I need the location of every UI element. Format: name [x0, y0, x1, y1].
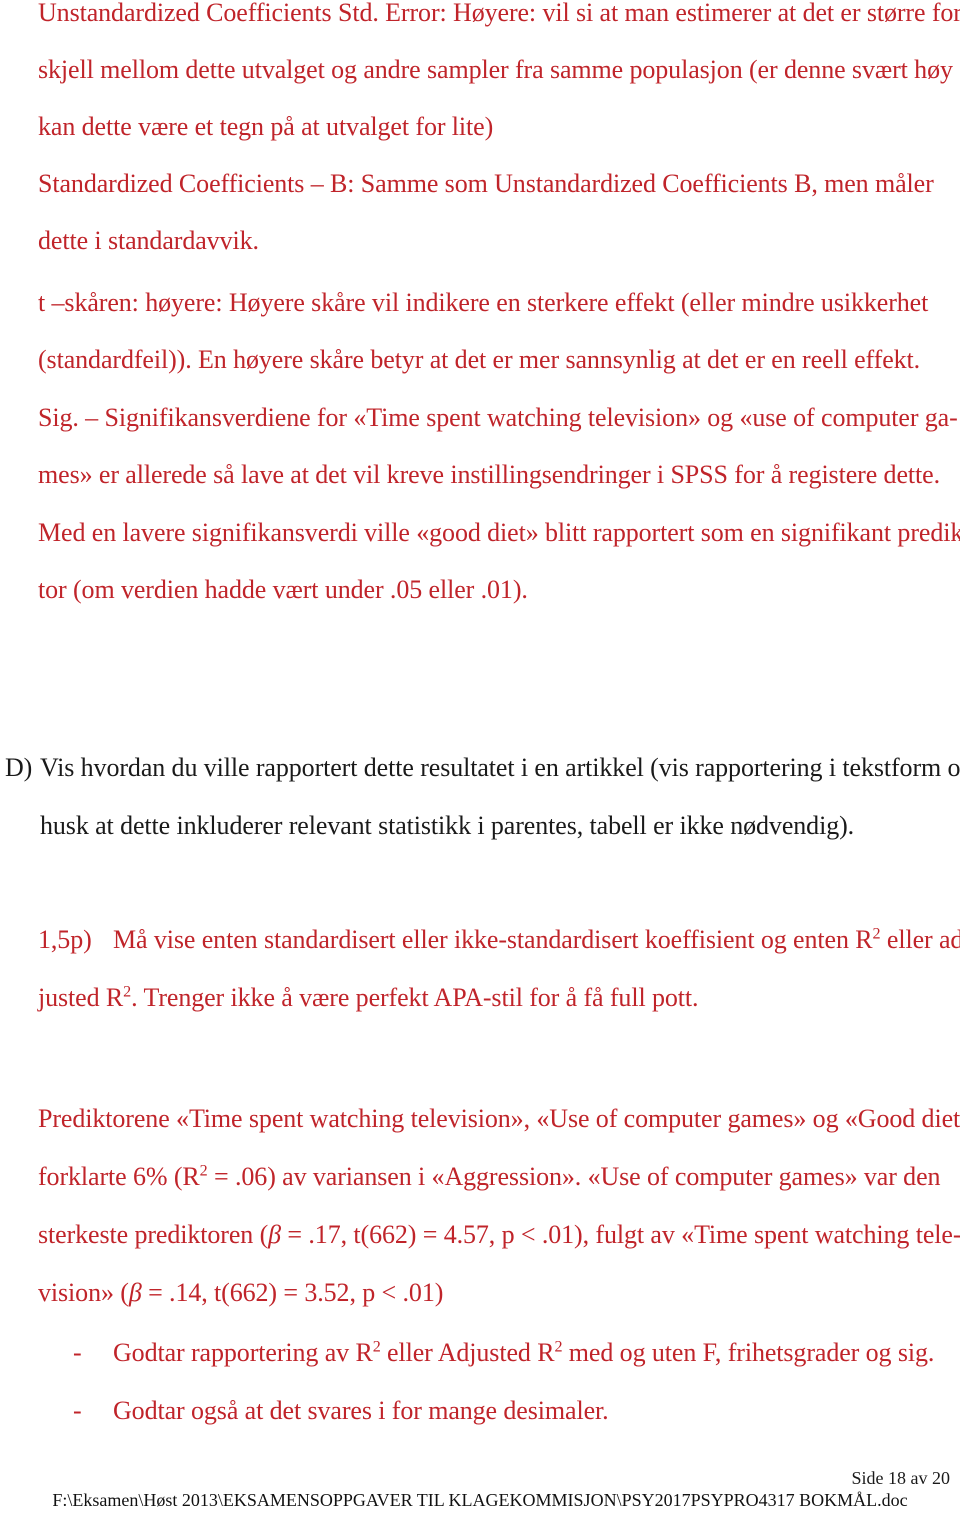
- example-report-line-1: Prediktorene «Time spent watching televi…: [38, 1104, 960, 1133]
- example-report-line-3: sterkeste prediktoren (β = .17, t(662) =…: [38, 1220, 960, 1250]
- points-note-line-1-text: Må vise enten standardisert eller ikke-s…: [113, 925, 873, 954]
- r-squared-superscript-report: 2: [199, 1162, 208, 1180]
- body-line-8: Sig. – Signifikansverdiene for «Time spe…: [38, 403, 958, 432]
- points-note-line-2-tail: . Trenger ikke å være perfekt APA-stil f…: [131, 983, 699, 1012]
- example-report-line-3-tail: = .17, t(662) = 4.57, p < .01), fulgt av…: [281, 1220, 960, 1249]
- adjusted-r-squared-superscript: 2: [123, 983, 132, 1001]
- body-line-10: Med en lavere signifikansverdi ville «go…: [38, 518, 960, 547]
- list-item-1-mid: eller Adjusted R: [380, 1338, 555, 1367]
- points-marker: 1,5p): [38, 925, 92, 954]
- list-item-1-tail: med og uten F, frihetsgrader og sig.: [562, 1338, 935, 1367]
- r-squared-superscript-note-1: 2: [372, 1338, 381, 1356]
- points-note-line-2: justed R2. Trenger ikke å være perfekt A…: [38, 983, 699, 1013]
- document-page: Unstandardized Coefficients Std. Error: …: [0, 0, 960, 1515]
- body-line-11: tor (om verdien hadde vært under .05 ell…: [38, 575, 528, 604]
- footer-page-number: Side 18 av 20: [851, 1468, 951, 1488]
- body-line-4: Standardized Coefficients – B: Samme som…: [38, 169, 934, 198]
- question-d-line-1: Vis hvordan du ville rapportert dette re…: [40, 753, 960, 782]
- list-item-dash-2: -: [73, 1396, 82, 1425]
- body-line-9: mes» er allerede så lave at det vil krev…: [38, 460, 940, 489]
- body-line-2: skjell mellom dette utvalget og andre sa…: [38, 55, 953, 84]
- beta-symbol-2: β: [128, 1278, 142, 1307]
- body-line-1: Unstandardized Coefficients Std. Error: …: [38, 0, 960, 27]
- list-item-2: Godtar også at det svares i for mange de…: [113, 1396, 609, 1425]
- question-d-line-2: husk at dette inkluderer relevant statis…: [40, 811, 855, 840]
- example-report-line-4-head: vision» (: [38, 1278, 129, 1307]
- points-note-line-2-head: justed R: [38, 983, 124, 1012]
- example-report-line-4: vision» (β = .14, t(662) = 3.52, p < .01…: [38, 1278, 443, 1308]
- question-d-marker: D): [5, 753, 33, 782]
- body-line-3: kan dette være et tegn på at utvalget fo…: [38, 112, 494, 141]
- list-item-1: Godtar rapportering av R2 eller Adjusted…: [113, 1338, 934, 1368]
- body-line-5: dette i standardavvik.: [38, 226, 259, 255]
- example-report-line-2-tail: = .06) av variansen i «Aggression». «Use…: [207, 1162, 941, 1191]
- example-report-line-4-tail: = .14, t(662) = 3.52, p < .01): [141, 1278, 444, 1307]
- example-report-line-2: forklarte 6% (R2 = .06) av variansen i «…: [38, 1162, 941, 1192]
- list-item-1-head: Godtar rapportering av R: [113, 1338, 373, 1367]
- beta-symbol-1: β: [268, 1220, 282, 1249]
- example-report-line-2-head: forklarte 6% (R: [38, 1162, 200, 1191]
- body-line-6: t –skåren: høyere: Høyere skåre vil indi…: [38, 288, 929, 317]
- example-report-line-3-head: sterkeste prediktoren (: [38, 1220, 269, 1249]
- body-line-7: (standardfeil)). En høyere skåre betyr a…: [38, 345, 921, 374]
- list-item-dash-1: -: [73, 1338, 82, 1367]
- points-note-line-1-tail: eller ad-: [886, 925, 960, 954]
- footer-file-path: F:\Eksamen\Høst 2013\EKSAMENSOPPGAVER TI…: [52, 1490, 908, 1510]
- points-note-line-1: Må vise enten standardisert eller ikke-s…: [113, 925, 960, 955]
